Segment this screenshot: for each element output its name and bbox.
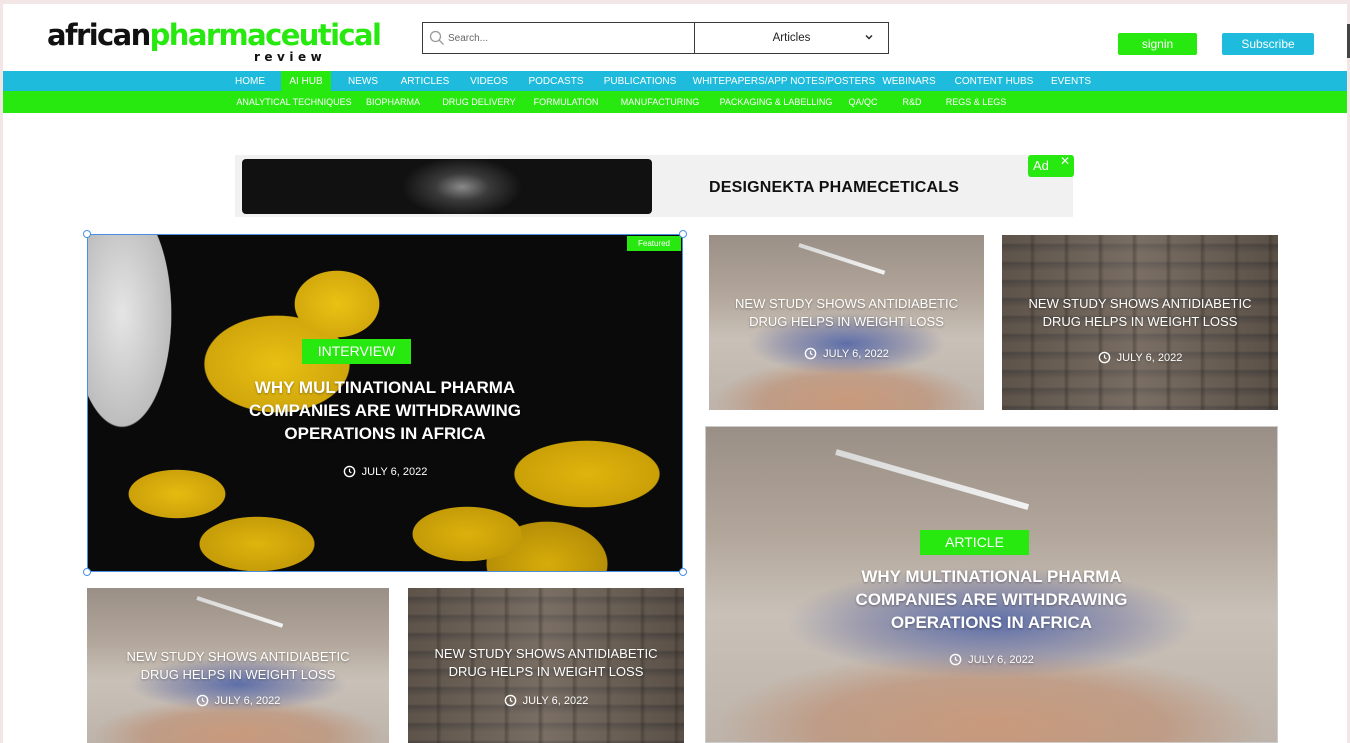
signin-button[interactable]: signin: [1118, 33, 1197, 55]
primary-nav: HOME AI HUB NEWS ARTICLES VIDEOS PODCAST…: [3, 71, 1347, 91]
nav-item-videos[interactable]: VIDEOS: [466, 71, 512, 91]
search-bar: Articles: [422, 22, 889, 54]
article-title[interactable]: NEW STUDY SHOWS ANTIDIABETIC DRUG HELPS …: [408, 645, 684, 681]
featured-title-line: WHY MULTINATIONAL PHARMA: [254, 378, 516, 397]
subnav-item-biopharma[interactable]: BIOPHARMA: [362, 91, 424, 113]
syringe-illustration: [835, 449, 1030, 511]
article-date: JULY 6, 2022: [709, 347, 984, 360]
nav-item-home[interactable]: HOME: [229, 71, 271, 91]
clock-icon: [1098, 351, 1110, 364]
logo-part-african: african: [47, 18, 151, 52]
subnav-item-r-and-d[interactable]: R&D: [898, 91, 926, 113]
ad-banner[interactable]: DESIGNEKTA PHAMECETICALS Ad ✕: [235, 154, 1074, 217]
date-text: JULY 6, 2022: [522, 694, 589, 707]
subscribe-button[interactable]: Subscribe: [1222, 33, 1314, 55]
featured-article-card[interactable]: Featured INTERVIEW WHY MULTINATIONAL PHA…: [87, 234, 683, 572]
close-icon[interactable]: ✕: [1060, 154, 1070, 168]
clock-icon: [504, 694, 516, 707]
article-date: JULY 6, 2022: [408, 694, 684, 707]
subnav-item-regs-legs[interactable]: REGS & LEGS: [944, 91, 1008, 113]
date-text: JULY 6, 2022: [1116, 351, 1183, 364]
ad-badge-label: Ad: [1033, 158, 1049, 173]
resize-handle[interactable]: [679, 568, 687, 576]
featured-title-line: OPERATIONS IN AFRICA: [284, 424, 486, 443]
nav-item-publications[interactable]: PUBLICATIONS: [600, 71, 680, 91]
featured-date: JULY 6, 2022: [87, 465, 683, 478]
secondary-nav: ANALYTICAL TECHNIQUES BIOPHARMA DRUG DEL…: [3, 91, 1347, 113]
article-title-line: NEW STUDY SHOWS ANTIDIABETIC: [1028, 296, 1252, 311]
category-badge-interview[interactable]: INTERVIEW: [302, 339, 411, 364]
syringe-illustration: [196, 596, 284, 628]
subnav-item-analytical-techniques[interactable]: ANALYTICAL TECHNIQUES: [235, 91, 353, 113]
article-title[interactable]: NEW STUDY SHOWS ANTIDIABETIC DRUG HELPS …: [709, 295, 984, 331]
large-article-title-line: COMPANIES ARE WITHDRAWING: [855, 590, 1128, 609]
clock-icon: [196, 694, 208, 707]
article-title-line: DRUG HELPS IN WEIGHT LOSS: [1042, 314, 1238, 329]
ad-image: [242, 159, 652, 214]
date-text: JULY 6, 2022: [361, 465, 428, 478]
date-text: JULY 6, 2022: [214, 694, 281, 707]
clock-icon: [949, 653, 962, 666]
article-card[interactable]: NEW STUDY SHOWS ANTIDIABETIC DRUG HELPS …: [709, 235, 984, 410]
clock-icon: [804, 347, 817, 360]
article-date: JULY 6, 2022: [1002, 351, 1278, 364]
resize-handle[interactable]: [83, 568, 91, 576]
large-article-title[interactable]: WHY MULTINATIONAL PHARMA COMPANIES ARE W…: [706, 565, 1277, 634]
nav-item-content-hubs[interactable]: CONTENT HUBS: [952, 71, 1036, 91]
date-text: JULY 6, 2022: [968, 653, 1034, 666]
logo-review: review: [254, 50, 327, 64]
nav-item-podcasts[interactable]: PODCASTS: [525, 71, 587, 91]
date-text: JULY 6, 2022: [823, 347, 889, 360]
search-field-wrapper: [423, 23, 695, 53]
article-title-line: NEW STUDY SHOWS ANTIDIABETIC: [126, 649, 350, 664]
nav-item-articles[interactable]: ARTICLES: [396, 71, 454, 91]
featured-title[interactable]: WHY MULTINATIONAL PHARMA COMPANIES ARE W…: [87, 376, 683, 445]
large-article-title-line: WHY MULTINATIONAL PHARMA: [861, 567, 1122, 586]
ad-badge: Ad ✕: [1028, 154, 1074, 177]
subnav-item-formulation[interactable]: FORMULATION: [531, 91, 601, 113]
page: africanpharmaceutical review Articles si…: [3, 4, 1347, 743]
large-article-date: JULY 6, 2022: [706, 653, 1277, 666]
resize-handle[interactable]: [679, 230, 687, 238]
site-logo[interactable]: africanpharmaceutical review: [47, 16, 382, 68]
article-date: JULY 6, 2022: [87, 694, 389, 707]
featured-title-line: COMPANIES ARE WITHDRAWING: [249, 401, 521, 420]
ad-title: DESIGNEKTA PHAMECETICALS: [709, 179, 960, 196]
article-title-line: DRUG HELPS IN WEIGHT LOSS: [140, 667, 336, 682]
nav-item-webinars[interactable]: WEBINARS: [879, 71, 939, 91]
category-badge-article[interactable]: ARTICLE: [920, 530, 1029, 555]
subnav-item-drug-delivery[interactable]: DRUG DELIVERY: [440, 91, 518, 113]
article-title[interactable]: NEW STUDY SHOWS ANTIDIABETIC DRUG HELPS …: [87, 648, 389, 684]
chevron-down-icon: [865, 35, 873, 40]
subnav-item-packaging-labelling[interactable]: PACKAGING & LABELLING: [716, 91, 836, 113]
search-input[interactable]: [448, 23, 688, 53]
article-title-line: NEW STUDY SHOWS ANTIDIABETIC: [735, 296, 958, 311]
logo-wordmark: africanpharmaceutical: [47, 16, 382, 54]
article-card[interactable]: NEW STUDY SHOWS ANTIDIABETIC DRUG HELPS …: [1002, 235, 1278, 410]
search-category-value: Articles: [772, 32, 811, 44]
logo-part-pharmaceutical: pharmaceutical: [149, 18, 382, 52]
subnav-item-qa-qc[interactable]: QA/QC: [845, 91, 881, 113]
nav-item-whitepapers[interactable]: WHITEPAPERS/APP NOTES/POSTERS: [692, 71, 876, 91]
article-card[interactable]: NEW STUDY SHOWS ANTIDIABETIC DRUG HELPS …: [87, 588, 389, 743]
large-article-title-line: OPERATIONS IN AFRICA: [890, 613, 1093, 632]
article-title-line: DRUG HELPS IN WEIGHT LOSS: [448, 664, 644, 679]
syringe-illustration: [798, 243, 886, 275]
nav-item-ai-hub[interactable]: AI HUB: [281, 71, 331, 91]
article-title[interactable]: NEW STUDY SHOWS ANTIDIABETIC DRUG HELPS …: [1002, 295, 1278, 331]
large-article-card[interactable]: ARTICLE WHY MULTINATIONAL PHARMA COMPANI…: [705, 426, 1278, 743]
search-icon: [429, 30, 444, 45]
search-category-select[interactable]: Articles: [695, 23, 888, 53]
resize-handle[interactable]: [83, 230, 91, 238]
article-title-line: NEW STUDY SHOWS ANTIDIABETIC: [434, 646, 658, 661]
subnav-item-manufacturing[interactable]: MANUFACTURING: [617, 91, 703, 113]
article-title-line: DRUG HELPS IN WEIGHT LOSS: [749, 314, 944, 329]
featured-tag: Featured: [627, 236, 681, 251]
article-card[interactable]: NEW STUDY SHOWS ANTIDIABETIC DRUG HELPS …: [408, 588, 684, 743]
nav-item-news[interactable]: NEWS: [341, 71, 385, 91]
clock-icon: [343, 465, 355, 478]
nav-item-events[interactable]: EVENTS: [1046, 71, 1096, 91]
